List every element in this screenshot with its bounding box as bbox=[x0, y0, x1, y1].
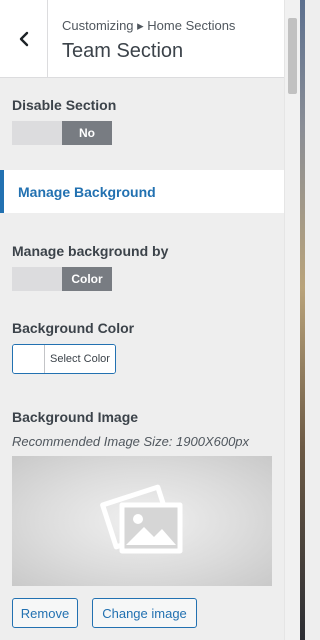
panel-scrollbar[interactable] bbox=[284, 0, 300, 640]
scrollbar-thumb[interactable] bbox=[288, 18, 297, 94]
background-image-label: Background Image bbox=[12, 409, 139, 425]
color-swatch bbox=[13, 345, 45, 373]
toggle-value: Color bbox=[62, 267, 112, 291]
customizer-panel: Customizing ▸ Home Sections Team Section… bbox=[0, 0, 284, 640]
image-placeholder-icon bbox=[100, 484, 183, 554]
background-image-preview[interactable] bbox=[12, 456, 272, 586]
accordion-label: Manage Background bbox=[18, 183, 156, 200]
panel-header: Customizing ▸ Home Sections Team Section bbox=[0, 0, 284, 78]
chevron-left-icon bbox=[19, 31, 28, 46]
disable-section-toggle[interactable]: No bbox=[12, 121, 112, 145]
remove-image-button[interactable]: Remove bbox=[12, 598, 78, 628]
back-button[interactable] bbox=[0, 0, 48, 77]
manage-background-accordion[interactable]: Manage Background bbox=[0, 170, 284, 213]
disable-section-label: Disable Section bbox=[12, 97, 117, 113]
toggle-value: No bbox=[62, 121, 112, 145]
select-color-button[interactable]: Select Color bbox=[12, 344, 116, 374]
manage-background-by-label: Manage background by bbox=[12, 243, 169, 259]
toggle-off-segment bbox=[12, 267, 62, 291]
change-image-button[interactable]: Change image bbox=[92, 598, 197, 628]
breadcrumb: Customizing ▸ Home Sections bbox=[62, 18, 236, 33]
toggle-off-segment bbox=[12, 121, 62, 145]
select-color-label: Select Color bbox=[45, 345, 115, 373]
site-preview-strip bbox=[300, 0, 305, 640]
background-color-label: Background Color bbox=[12, 320, 135, 336]
manage-background-by-toggle[interactable]: Color bbox=[12, 267, 112, 291]
image-size-hint: Recommended Image Size: 1900X600px bbox=[12, 434, 250, 449]
page-title: Team Section bbox=[62, 40, 184, 62]
